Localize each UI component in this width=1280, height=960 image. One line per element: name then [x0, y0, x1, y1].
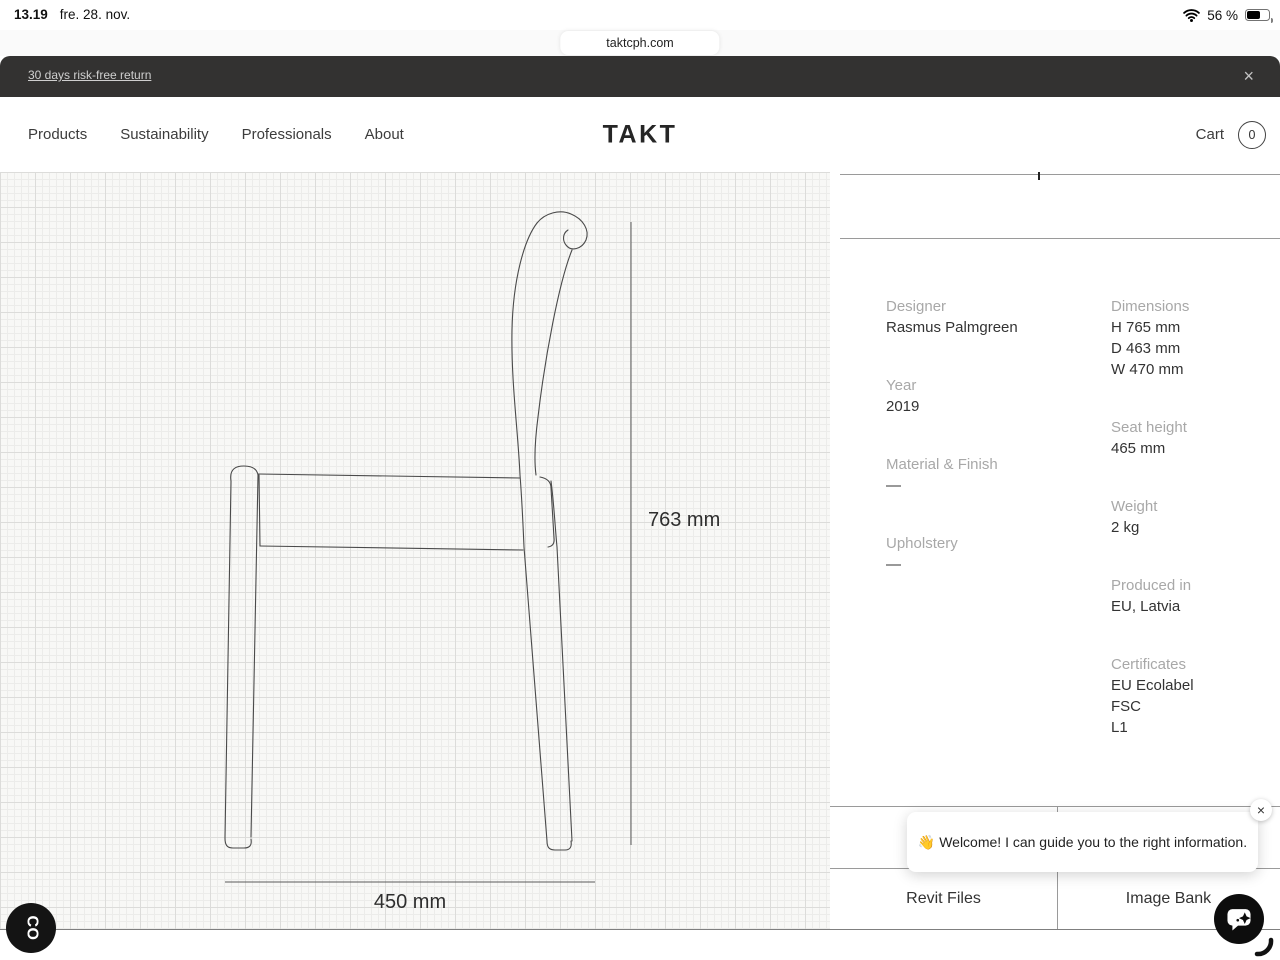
- wifi-icon: [1183, 9, 1200, 22]
- battery-percent: 56 %: [1207, 8, 1238, 23]
- spec-upholstery: Upholstery —: [886, 533, 1096, 575]
- panel-top-rule: [840, 174, 1280, 175]
- battery-icon: [1245, 9, 1270, 22]
- cookie-consent-badge[interactable]: CO: [6, 903, 56, 953]
- address-bar[interactable]: taktcph.com: [560, 31, 719, 55]
- spec-column-right: Dimensions H 765 mm D 463 mm W 470 mm Se…: [1111, 296, 1280, 775]
- banner-close-icon[interactable]: ×: [1243, 64, 1254, 88]
- spec-year: Year 2019: [886, 375, 1096, 417]
- chair-side-view: 763 mm 450 mm: [0, 172, 830, 930]
- spec-produced-in: Produced in EU, Latvia: [1111, 575, 1280, 617]
- promo-banner: 30 days risk-free return ×: [0, 56, 1280, 97]
- table-rule: [830, 806, 1280, 807]
- spec-material-finish: Material & Finish —: [886, 454, 1096, 496]
- site-nav: Products Sustainability Professionals Ab…: [0, 97, 1280, 172]
- chair-technical-drawing: 763 mm 450 mm: [0, 172, 830, 930]
- takt-logo[interactable]: TAKT: [603, 120, 678, 149]
- revit-files-button[interactable]: Revit Files: [830, 868, 1057, 930]
- chat-close-icon[interactable]: ×: [1250, 799, 1272, 821]
- cart-button[interactable]: Cart 0: [1196, 97, 1266, 172]
- cookie-badge-label: CO: [22, 916, 40, 941]
- cart-count-badge: 0: [1238, 121, 1266, 149]
- spec-designer: Designer Rasmus Palmgreen: [886, 296, 1096, 338]
- nav-item-products[interactable]: Products: [28, 126, 87, 143]
- height-dimension-label: 763 mm: [648, 509, 720, 531]
- nav-item-sustainability[interactable]: Sustainability: [120, 126, 208, 143]
- ios-status-bar: 13.19 fre. 28. nov. 56 %: [0, 0, 1280, 30]
- content-bottom-rule: [0, 929, 1280, 930]
- cart-label: Cart: [1196, 126, 1224, 143]
- nav-item-about[interactable]: About: [365, 126, 404, 143]
- panel-rule: [840, 238, 1280, 239]
- spec-certificates: Certificates EU Ecolabel FSC L1: [1111, 654, 1280, 738]
- spec-dimensions: Dimensions H 765 mm D 463 mm W 470 mm: [1111, 296, 1280, 380]
- scrolled-text-remnant: [1038, 172, 1040, 180]
- width-dimension-label: 450 mm: [374, 891, 446, 913]
- spec-seat-height: Seat height 465 mm: [1111, 417, 1280, 459]
- page: 13.19 fre. 28. nov. 56 % taktcph.com 30 …: [0, 0, 1280, 960]
- promo-link[interactable]: 30 days risk-free return: [28, 68, 151, 82]
- chat-bubble-icon: [1224, 905, 1254, 933]
- spec-weight: Weight 2 kg: [1111, 496, 1280, 538]
- date: fre. 28. nov.: [60, 7, 130, 22]
- spec-column-left: Designer Rasmus Palmgreen Year 2019 Mate…: [886, 296, 1096, 612]
- browser-toolbar: taktcph.com: [0, 30, 1280, 56]
- chat-welcome-message[interactable]: 👋 Welcome! I can guide you to the right …: [907, 812, 1258, 872]
- nav-item-professionals[interactable]: Professionals: [242, 126, 332, 143]
- clock: 13.19: [14, 7, 48, 22]
- loading-arc: [1248, 930, 1278, 958]
